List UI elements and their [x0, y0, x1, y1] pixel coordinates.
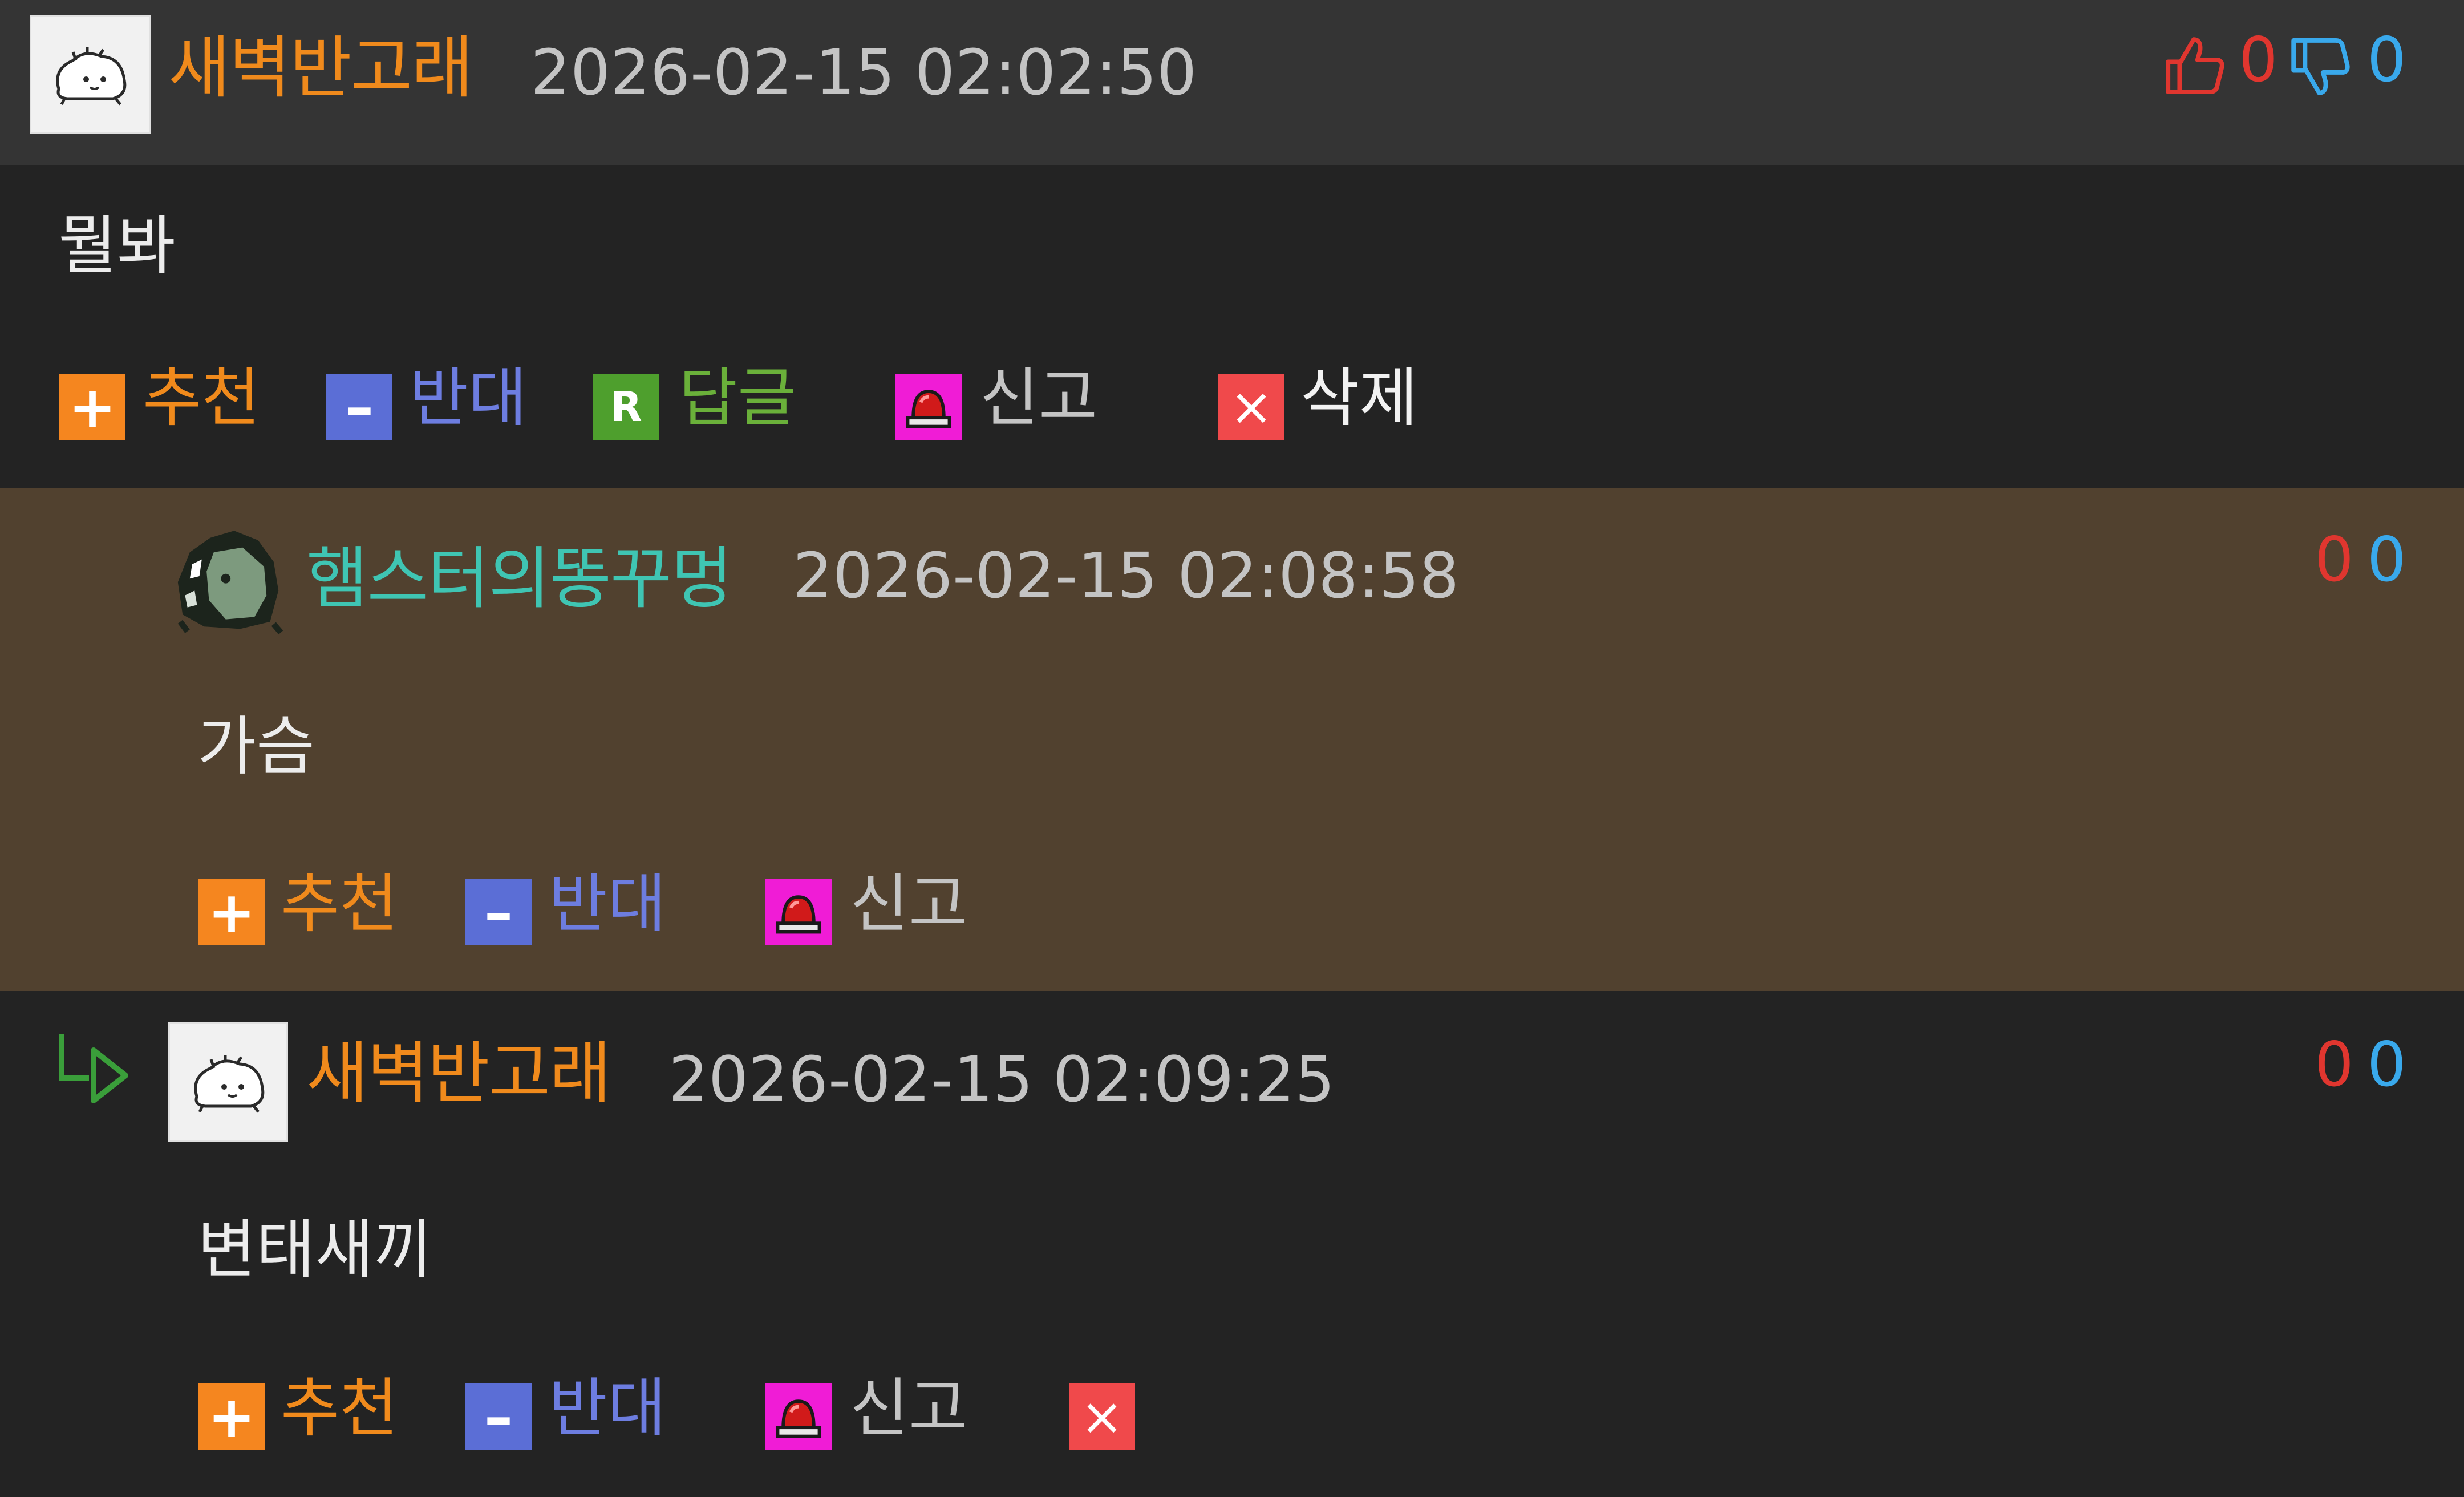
plus-icon: +	[198, 1383, 265, 1450]
whale-avatar-icon	[56, 47, 127, 106]
comment-content: 변태새끼	[197, 1213, 433, 1287]
minus-icon: –	[465, 1383, 532, 1450]
siren-icon	[895, 374, 962, 440]
comment-author-nickname[interactable]: 햄스터의똥꾸멍	[306, 545, 733, 612]
close-icon: ×	[1069, 1383, 1135, 1450]
upvote-thumb-icon[interactable]	[2162, 33, 2226, 99]
whale-avatar-icon	[194, 1055, 265, 1113]
avatar-whale[interactable]	[168, 1022, 288, 1142]
oppose-label: 반대	[410, 361, 528, 435]
comment-timestamp: 2026-02-15 02:08:58	[793, 539, 1460, 612]
report-label: 신고	[850, 867, 968, 941]
upvote-count: 0	[2315, 524, 2354, 596]
comment-content: 가슴	[197, 710, 315, 784]
comment-author-nickname[interactable]: 새벽반고래	[168, 34, 473, 102]
oppose-label: 반대	[549, 1371, 667, 1446]
delete-label: 삭제	[1300, 361, 1419, 435]
report-label: 신고	[850, 1371, 968, 1446]
oppose-label: 반대	[549, 867, 667, 941]
minus-icon: –	[326, 374, 392, 440]
recommend-label: 추천	[281, 867, 399, 941]
plus-icon: +	[59, 374, 125, 440]
comment-1-header: 새벽반고래 2026-02-15 02:02:50 0 0	[0, 0, 2464, 165]
comment-author-nickname[interactable]: 새벽반고래	[306, 1039, 611, 1107]
reply-arrow-icon	[56, 1030, 136, 1106]
comment-timestamp: 2026-02-15 02:09:25	[668, 1043, 1335, 1116]
downvote-count: 0	[2367, 524, 2406, 596]
minus-icon: –	[465, 879, 532, 946]
recommend-label: 추천	[281, 1371, 399, 1446]
siren-icon	[765, 1383, 832, 1450]
downvote-count: 0	[2367, 25, 2406, 96]
plus-icon: +	[198, 879, 265, 946]
upvote-count: 0	[2239, 25, 2278, 96]
comment-1-body: 뭘봐 + 추천 – 반대 R 답글 신고 × 삭제	[0, 165, 2464, 488]
avatar-hamster[interactable]	[168, 516, 288, 636]
siren-icon	[765, 879, 832, 945]
reply-label: 답글	[679, 361, 797, 435]
recommend-label: 추천	[143, 361, 261, 435]
downvote-count: 0	[2367, 1029, 2406, 1101]
close-icon: ×	[1218, 374, 1284, 440]
comment-2-highlighted: 햄스터의똥꾸멍 2026-02-15 02:08:58 0 0 가슴 + 추천 …	[0, 488, 2464, 991]
downvote-thumb-icon[interactable]	[2287, 35, 2351, 102]
upvote-count: 0	[2315, 1029, 2354, 1101]
comment-3-reply: 새벽반고래 2026-02-15 02:09:25 0 0 변태새끼 + 추천 …	[0, 991, 2464, 1497]
comment-timestamp: 2026-02-15 02:02:50	[530, 36, 1197, 109]
hamster-avatar-icon	[177, 531, 283, 635]
comment-content: 뭘봐	[58, 209, 176, 283]
avatar-whale[interactable]	[30, 15, 151, 134]
report-label: 신고	[980, 361, 1098, 435]
reply-r-icon: R	[593, 374, 659, 440]
